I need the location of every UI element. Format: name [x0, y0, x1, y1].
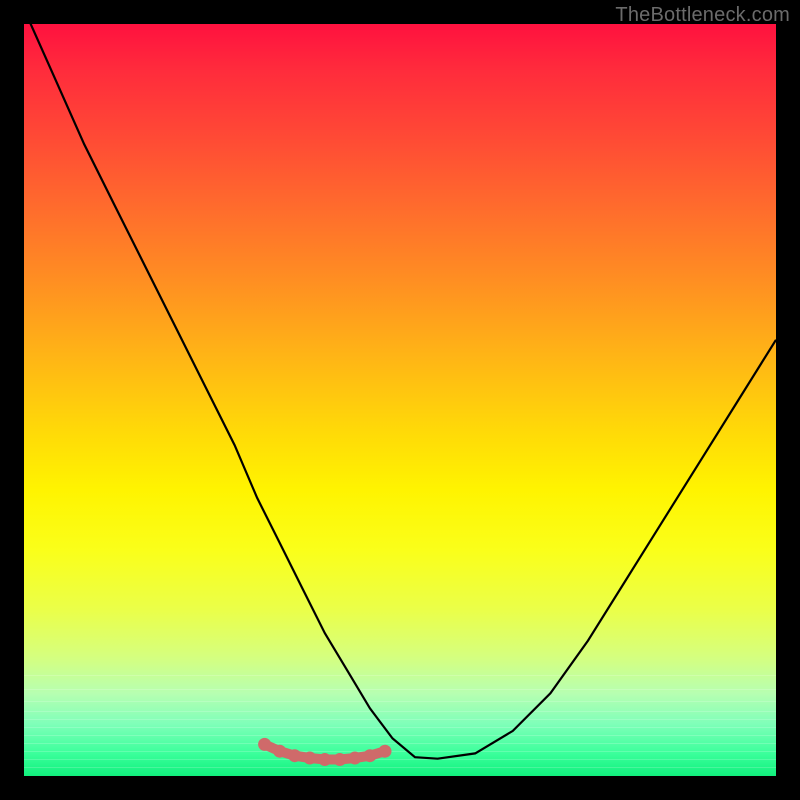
chart-frame: TheBottleneck.com: [0, 0, 800, 800]
bottleneck-curve-path: [24, 24, 776, 759]
watermark-text: TheBottleneck.com: [615, 4, 790, 27]
curve-svg: [24, 24, 776, 776]
plot-area: [24, 24, 776, 776]
